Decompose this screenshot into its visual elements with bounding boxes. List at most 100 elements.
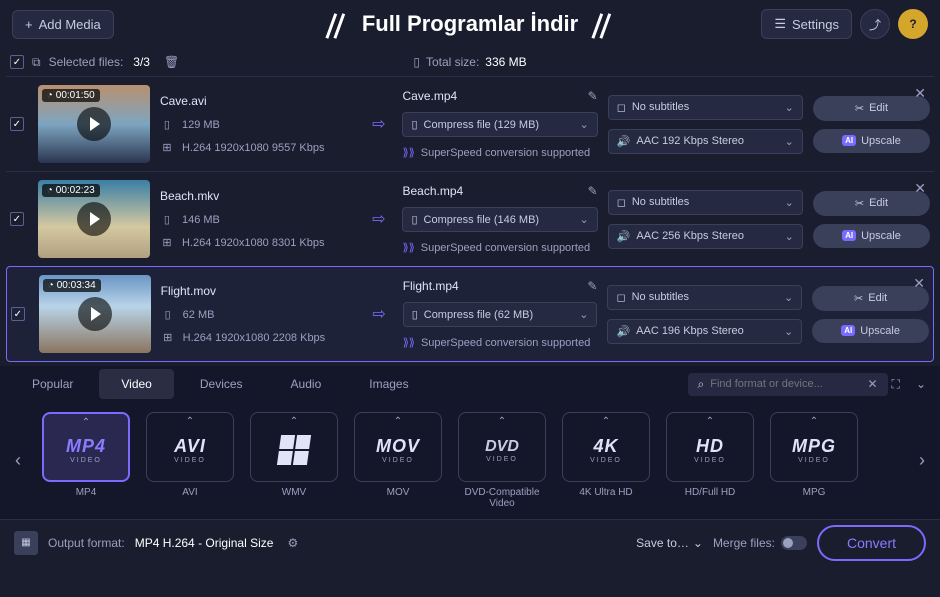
- file-codec-row: ⊞ H.264 1920x1080 2208 Kbps: [161, 331, 356, 344]
- upscale-label: Upscale: [861, 135, 901, 147]
- share-button[interactable]: ⤴: [860, 9, 890, 39]
- chevron-up-icon: ⌃: [186, 416, 194, 427]
- format-tab-images[interactable]: Images: [347, 369, 430, 399]
- file-size: 129 MB: [182, 119, 220, 131]
- play-button[interactable]: [78, 297, 112, 331]
- chevron-up-icon: ⌃: [290, 416, 298, 427]
- file-row[interactable]: ◔ 00:03:34 Flight.mov ▯ 62 MB ⊞ H.264 19…: [6, 266, 934, 362]
- audio-dropdown[interactable]: 🔊 AAC 192 Kbps Stereo ⌄: [608, 129, 803, 154]
- compress-dropdown[interactable]: ▯ Compress file (62 MB) ⌄: [403, 302, 598, 327]
- format-tab-audio[interactable]: Audio: [269, 369, 344, 399]
- format-subtitle: VIDEO: [590, 457, 622, 464]
- output-column: Cave.mp4 ✎ ▯ Compress file (129 MB) ⌄ ⟫⟫…: [402, 89, 597, 159]
- format-tab-video[interactable]: Video: [99, 369, 173, 399]
- format-card-box[interactable]: ⌃ HD VIDEO: [666, 412, 754, 482]
- file-icon: ▯: [161, 308, 175, 321]
- file-thumbnail[interactable]: ◔ 00:03:34: [39, 275, 151, 353]
- save-to-button[interactable]: Save to… ⌄: [636, 536, 703, 550]
- audio-dropdown[interactable]: 🔊 AAC 196 Kbps Stereo ⌄: [607, 319, 802, 344]
- format-card-box[interactable]: ⌃ AVI VIDEO: [146, 412, 234, 482]
- merge-files-toggle[interactable]: [781, 536, 807, 550]
- help-button[interactable]: ?: [898, 9, 928, 39]
- chevron-up-icon: ⌃: [706, 416, 714, 427]
- top-bar: + Add Media Full Programlar İndir ☰ Sett…: [0, 0, 940, 48]
- edit-button[interactable]: ✂ Edit: [813, 191, 930, 216]
- chevron-down-icon: ⌄: [785, 230, 794, 243]
- file-icon: ▯: [160, 118, 174, 131]
- rename-button[interactable]: ✎: [587, 279, 597, 293]
- compress-dropdown[interactable]: ▯ Compress file (146 MB) ⌄: [402, 207, 597, 232]
- subtitles-icon: ◻: [617, 101, 626, 114]
- file-name: Cave.avi: [160, 94, 355, 108]
- remove-file-button[interactable]: ✕: [914, 180, 926, 197]
- format-logo: MOV: [376, 436, 420, 457]
- chevron-up-icon: ⌃: [602, 416, 610, 427]
- file-thumbnail[interactable]: ◔ 00:01:50: [38, 85, 150, 163]
- save-to-label: Save to…: [636, 536, 689, 550]
- convert-button[interactable]: Convert: [817, 525, 926, 561]
- add-media-button[interactable]: + Add Media: [12, 10, 114, 39]
- upscale-button[interactable]: AI Upscale: [813, 224, 930, 248]
- file-thumbnail[interactable]: ◔ 00:02:23: [38, 180, 150, 258]
- add-media-label: Add Media: [39, 17, 101, 32]
- select-all-checkbox[interactable]: [10, 55, 24, 69]
- remove-file-button[interactable]: ✕: [913, 275, 925, 292]
- format-tab-popular[interactable]: Popular: [10, 369, 95, 399]
- settings-label: Settings: [792, 17, 839, 32]
- upscale-label: Upscale: [861, 230, 901, 242]
- audio-icon: 🔊: [617, 230, 631, 243]
- file-size-row: ▯ 129 MB: [160, 118, 355, 131]
- format-search-input[interactable]: [710, 378, 861, 390]
- format-card-box[interactable]: ⌃: [250, 412, 338, 482]
- merge-files-control: Merge files:: [713, 536, 807, 550]
- file-checkbox[interactable]: [10, 212, 24, 226]
- file-row[interactable]: ◔ 00:01:50 Cave.avi ▯ 129 MB ⊞ H.264 192…: [6, 76, 934, 171]
- play-button[interactable]: [77, 202, 111, 236]
- format-label: MPG: [803, 487, 826, 498]
- format-card-box[interactable]: ⌃ MP4 VIDEO: [42, 412, 130, 482]
- format-card-box[interactable]: ⌃ 4K VIDEO: [562, 412, 650, 482]
- carousel-next-button[interactable]: ›: [910, 431, 934, 491]
- rename-button[interactable]: ✎: [588, 89, 598, 103]
- clear-search-button[interactable]: ✕: [867, 377, 877, 391]
- format-search[interactable]: ⌕ ✕: [688, 373, 888, 396]
- upscale-button[interactable]: AI Upscale: [813, 129, 930, 153]
- audio-label: AAC 196 Kbps Stereo: [636, 325, 744, 337]
- format-tab-devices[interactable]: Devices: [178, 369, 265, 399]
- play-button[interactable]: [77, 107, 111, 141]
- rename-button[interactable]: ✎: [588, 184, 598, 198]
- format-card-box[interactable]: ⌃ MOV VIDEO: [354, 412, 442, 482]
- chevron-down-icon: ⌄: [579, 308, 588, 321]
- subtitles-dropdown[interactable]: ◻ No subtitles ⌄: [607, 285, 802, 310]
- output-name-row: Cave.mp4 ✎: [402, 89, 597, 103]
- file-name: Beach.mkv: [160, 189, 355, 203]
- collapse-formats-button[interactable]: ⌄: [912, 373, 930, 395]
- output-settings-button[interactable]: ⚙: [287, 536, 298, 550]
- file-checkbox[interactable]: [11, 307, 25, 321]
- format-card: ⌃ DVD VIDEO DVD-Compatible Video: [454, 412, 550, 509]
- edit-button[interactable]: ✂ Edit: [812, 286, 929, 311]
- edit-button[interactable]: ✂ Edit: [813, 96, 930, 121]
- upscale-button[interactable]: AI Upscale: [812, 319, 929, 343]
- delete-selected-button[interactable]: 🗑: [164, 55, 179, 69]
- compress-label: Compress file (146 MB): [424, 214, 540, 226]
- audio-dropdown[interactable]: 🔊 AAC 256 Kbps Stereo ⌄: [608, 224, 803, 249]
- file-list: ◔ 00:01:50 Cave.avi ▯ 129 MB ⊞ H.264 192…: [0, 76, 940, 362]
- remove-file-button[interactable]: ✕: [914, 85, 926, 102]
- ai-badge-icon: AI: [841, 325, 855, 336]
- file-checkbox[interactable]: [10, 117, 24, 131]
- settings-button[interactable]: ☰ Settings: [761, 9, 852, 39]
- subtitles-dropdown[interactable]: ◻ No subtitles ⌄: [608, 190, 803, 215]
- format-logo: MP4: [66, 436, 106, 457]
- format-card-box[interactable]: ⌃ DVD VIDEO: [458, 412, 546, 482]
- subtitles-dropdown[interactable]: ◻ No subtitles ⌄: [608, 95, 803, 120]
- duration-badge: ◔ 00:03:34: [43, 279, 101, 292]
- audio-column: ◻ No subtitles ⌄ 🔊 AAC 192 Kbps Stereo ⌄: [608, 95, 803, 154]
- compress-dropdown[interactable]: ▯ Compress file (129 MB) ⌄: [402, 112, 597, 137]
- tools-icon: ✂: [854, 292, 863, 305]
- carousel-prev-button[interactable]: ‹: [6, 431, 30, 491]
- search-expand-button[interactable]: ⛶: [892, 377, 900, 392]
- format-card-box[interactable]: ⌃ MPG VIDEO: [770, 412, 858, 482]
- file-row[interactable]: ◔ 00:02:23 Beach.mkv ▯ 146 MB ⊞ H.264 19…: [6, 171, 934, 266]
- edit-label: Edit: [869, 197, 888, 209]
